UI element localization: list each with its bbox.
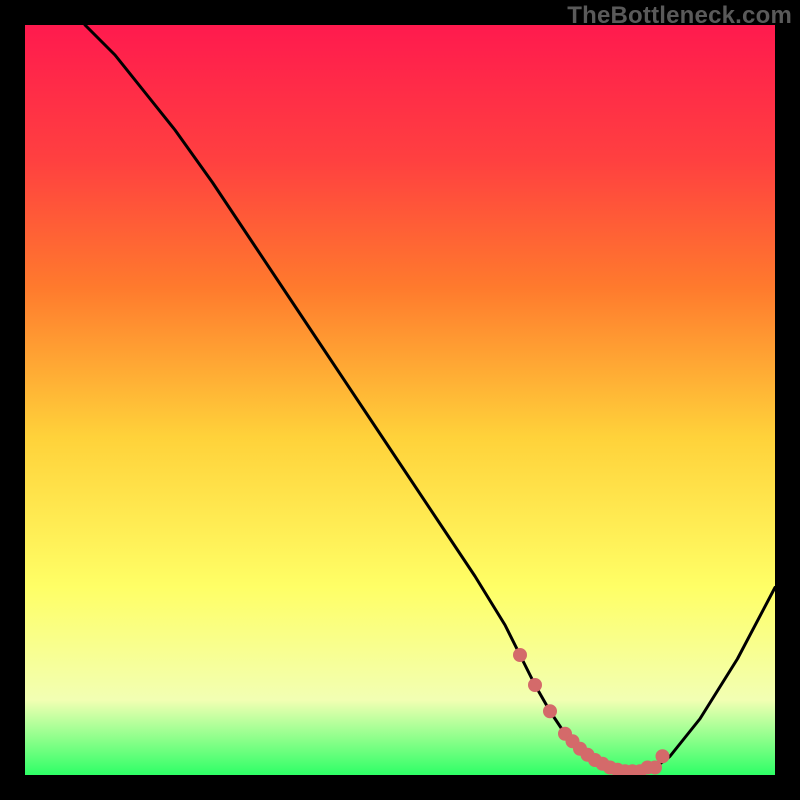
plot-area — [25, 25, 775, 775]
optimal-marker — [649, 761, 662, 774]
optimal-marker — [544, 705, 557, 718]
gradient-background — [25, 25, 775, 775]
chart-svg — [25, 25, 775, 775]
optimal-marker — [514, 649, 527, 662]
optimal-marker — [656, 750, 669, 763]
chart-frame: TheBottleneck.com — [0, 0, 800, 800]
optimal-marker — [529, 679, 542, 692]
